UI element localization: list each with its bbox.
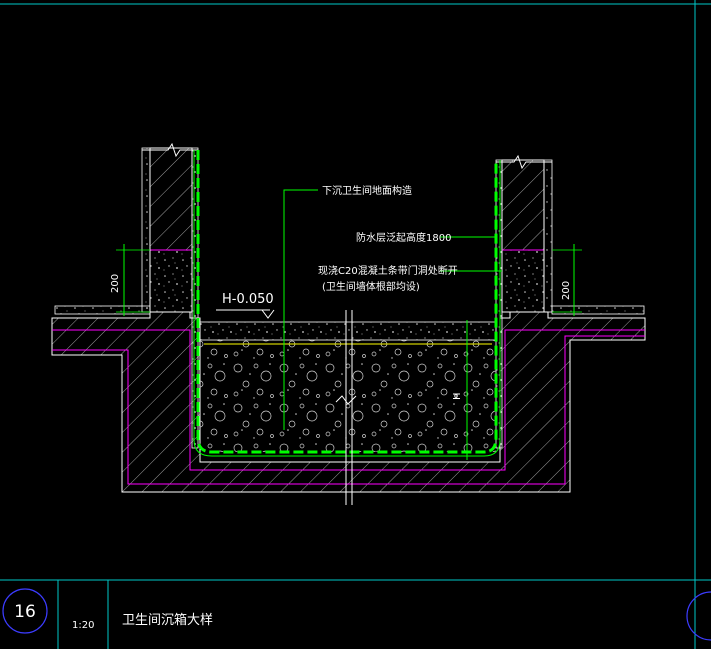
scale-label: 1:20 (72, 620, 94, 631)
right-dim-text: 200 (561, 281, 572, 300)
left-dim-text: 200 (110, 274, 121, 293)
right-wall-curb (501, 249, 545, 313)
detail-number: 16 (14, 602, 36, 622)
pit-finish-layer (199, 321, 497, 341)
left-wall-upper (149, 147, 193, 251)
left-wall-plaster-out (141, 147, 151, 313)
adjacent-circle-fragment (686, 591, 711, 641)
right-floor-finish (551, 305, 645, 315)
left-floor-finish (54, 305, 151, 315)
right-wall-plaster-out (543, 159, 553, 313)
label-curb-line2: (卫生间墙体根部均设) (322, 280, 420, 293)
label-waterproof-height: 防水层泛起高度1800 (356, 231, 451, 244)
label-sunken-floor: 下沉卫生间地面构造 (322, 184, 412, 197)
drawing-title: 卫生间沉箱大样 (122, 612, 213, 628)
left-wall-curb (149, 249, 193, 313)
label-curb-line1: 现浇C20混凝土条带门洞处断开 (318, 264, 458, 277)
depth-dim-text: H (452, 392, 463, 400)
right-wall-upper (501, 159, 545, 251)
elevation-label: H-0.050 (222, 292, 274, 307)
elevation-triangle (261, 309, 275, 319)
detail-drawing: 200 200 H H-0.050 下沉卫生间地面构造 防水层泛起高度1800 … (0, 0, 711, 649)
